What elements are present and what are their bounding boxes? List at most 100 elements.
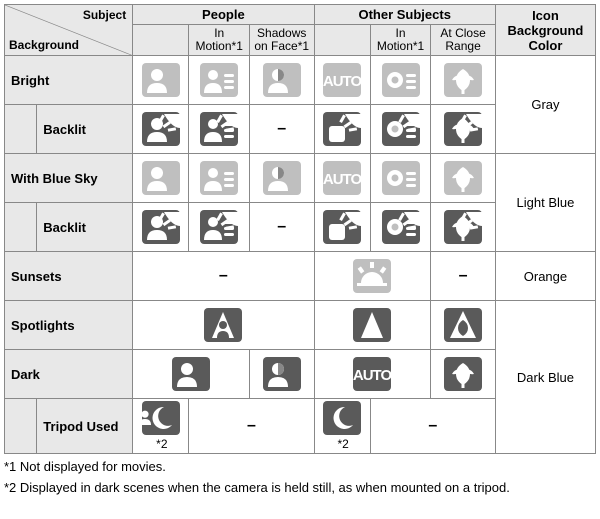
person-shadow-icon [263,357,301,391]
footnote-ref: *2 [156,437,167,451]
person-icon [142,63,180,97]
row-bright: Bright [5,56,133,105]
person-icon [172,357,210,391]
icon-cell [431,56,496,105]
indent [5,399,37,454]
person-shadow-icon [263,63,301,97]
flower-backlit-icon [444,112,482,146]
spotlight-person-icon [204,308,242,342]
dash-cell: – [189,399,314,454]
spotlight-icon [353,308,391,342]
icon-cell [431,105,496,154]
icon-cell [370,203,430,252]
scene-icon-table: Subject Background People Other Subjects… [4,4,596,454]
row-spotlights: Spotlights [5,301,133,350]
icon-cell: *2 [314,399,370,454]
person-backlit-icon [142,112,180,146]
dash-cell: – [249,203,314,252]
header-people-shadows: Shadows on Face*1 [249,25,314,56]
subject-backlit-icon [323,112,361,146]
footnote-1: *1 Not displayed for movies. [4,458,600,476]
moon-icon [323,401,361,435]
color-orange: Orange [495,252,595,301]
icon-cell [370,105,430,154]
icon-cell [314,252,431,301]
header-people-motion: In Motion*1 [189,25,249,56]
icon-cell [431,350,496,399]
footnote-ref: *2 [338,437,349,451]
icon-cell [431,203,496,252]
header-other-motion: In Motion*1 [370,25,430,56]
icon-cell [133,350,250,399]
dash-cell: – [370,399,495,454]
flower-icon [444,161,482,195]
icon-cell [314,203,370,252]
icon-cell [133,105,189,154]
auto-icon [323,161,361,195]
icon-cell [189,154,249,203]
auto-icon [323,63,361,97]
row-sunsets: Sunsets [5,252,133,301]
header-other-close: At Close Range [431,25,496,56]
person-motion-icon [200,63,238,97]
person-motion-backlit-icon [200,112,238,146]
header-other: Other Subjects [314,5,495,25]
icon-cell [189,56,249,105]
row-bright-backlit: Backlit [37,105,133,154]
person-motion-backlit-icon [200,210,238,244]
flower-backlit-icon [444,210,482,244]
subject-motion-backlit-icon [382,112,420,146]
header-color: Icon Background Color [495,5,595,56]
header-diagonal: Subject Background [5,5,133,56]
header-people: People [133,5,314,25]
icon-cell [133,154,189,203]
subject-motion-icon [382,161,420,195]
color-darkblue: Dark Blue [495,301,595,454]
dash-cell: – [133,252,314,301]
header-other-default [314,25,370,56]
color-lightblue: Light Blue [495,154,595,252]
header-background: Background [9,38,79,52]
subject-motion-icon [382,63,420,97]
icon-cell [133,203,189,252]
icon-cell [314,105,370,154]
dash-cell: – [249,105,314,154]
person-icon [142,161,180,195]
row-bluesky: With Blue Sky [5,154,133,203]
person-shadow-icon [263,161,301,195]
auto-icon [353,357,391,391]
row-tripod: Tripod Used [37,399,133,454]
header-subject: Subject [83,8,126,22]
icon-cell [314,56,370,105]
subject-motion-backlit-icon [382,210,420,244]
icon-cell [314,301,431,350]
row-bluesky-backlit: Backlit [37,203,133,252]
icon-cell [189,203,249,252]
icon-cell [249,154,314,203]
spotlight-flower-icon [444,308,482,342]
indent [5,203,37,252]
icon-cell [370,154,430,203]
person-motion-icon [200,161,238,195]
sunset-icon [353,259,391,293]
icon-cell [133,56,189,105]
flower-icon [444,357,482,391]
icon-cell [314,154,370,203]
moon-person-icon [142,401,180,435]
icon-cell [370,56,430,105]
row-dark: Dark [5,350,133,399]
color-gray: Gray [495,56,595,154]
dash-cell: – [431,252,496,301]
icon-cell [133,301,314,350]
icon-cell [249,350,314,399]
footnote-2: *2 Displayed in dark scenes when the cam… [4,479,600,497]
icon-cell [431,301,496,350]
flower-icon [444,63,482,97]
icon-cell [431,154,496,203]
icon-cell: *2 [133,399,189,454]
icon-cell [314,350,431,399]
icon-cell [189,105,249,154]
header-people-default [133,25,189,56]
icon-cell [249,56,314,105]
person-backlit-icon [142,210,180,244]
